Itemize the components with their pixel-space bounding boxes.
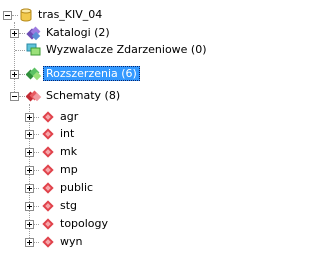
schema-item-label: topology <box>60 217 109 230</box>
expand-toggle-schema-mk[interactable] <box>25 148 34 157</box>
tree-line-schema-h <box>34 188 39 189</box>
schema-item-label: int <box>60 127 75 140</box>
schema-icon <box>40 234 56 250</box>
expand-toggle-schema-int[interactable] <box>25 130 34 139</box>
tree-line-schema-h <box>34 134 39 135</box>
expand-toggle-schema-mp[interactable] <box>25 166 34 175</box>
expand-toggle-rozszerzenia[interactable] <box>10 70 19 79</box>
expand-toggle-schema-stg[interactable] <box>25 202 34 211</box>
object-browser-tree: tras_KIV_04 Katalogi (2) Wyzwalacze Zdar… <box>0 0 247 254</box>
tree-line-rozszerzenia-h <box>19 74 25 75</box>
expand-toggle-schema-public[interactable] <box>25 184 34 193</box>
tree-line-schema-h <box>34 152 39 153</box>
schema-icon <box>40 180 56 196</box>
tree-line-schematy-h <box>19 96 25 97</box>
database-icon <box>18 7 34 23</box>
tree-line-schema-h <box>34 242 39 243</box>
schema-item-label: stg <box>60 199 78 212</box>
tree-node-root-label: tras_KIV_04 <box>38 8 103 21</box>
schema-icon <box>40 162 56 178</box>
extension-icon <box>26 66 42 82</box>
expand-toggle-schema-topology[interactable] <box>25 220 34 229</box>
tree-line-schema-h <box>34 206 39 207</box>
expand-toggle-schema-agr[interactable] <box>25 113 34 122</box>
tree-node-rozszerzenia-label: Rozszerzenia (6) <box>43 66 140 81</box>
tree-line-schema-h <box>34 117 39 118</box>
collapse-toggle-root[interactable] <box>3 11 12 20</box>
catalog-icon <box>26 25 42 41</box>
tree-line-katalogi-h <box>19 33 25 34</box>
expand-toggle-schema-wyn[interactable] <box>25 238 34 247</box>
schema-icon <box>40 144 56 160</box>
expand-toggle-katalogi[interactable] <box>10 29 19 38</box>
tree-node-wyzwalacze-label: Wyzwalacze Zdarzeniowe (0) <box>46 43 207 56</box>
schema-item-label: mk <box>60 145 78 158</box>
schema-icon <box>40 198 56 214</box>
tree-node-katalogi-label: Katalogi (2) <box>46 26 110 39</box>
schema-item-label: public <box>60 181 94 194</box>
schema-icon <box>40 216 56 232</box>
tree-node-schematy-label: Schematy (8) <box>46 89 121 102</box>
collapse-toggle-schematy[interactable] <box>10 92 19 101</box>
schema-item-label: mp <box>60 163 78 176</box>
schema-item-label: agr <box>60 110 79 123</box>
tree-line-wyzwalacze-h <box>15 50 25 51</box>
schema-icon <box>40 126 56 142</box>
tree-line-schema-h <box>34 170 39 171</box>
schema-item-label: wyn <box>60 235 83 248</box>
schema-icon <box>40 109 56 125</box>
schemas-icon <box>26 88 42 104</box>
event-trigger-icon <box>26 42 42 58</box>
tree-line-schema-h <box>34 224 39 225</box>
